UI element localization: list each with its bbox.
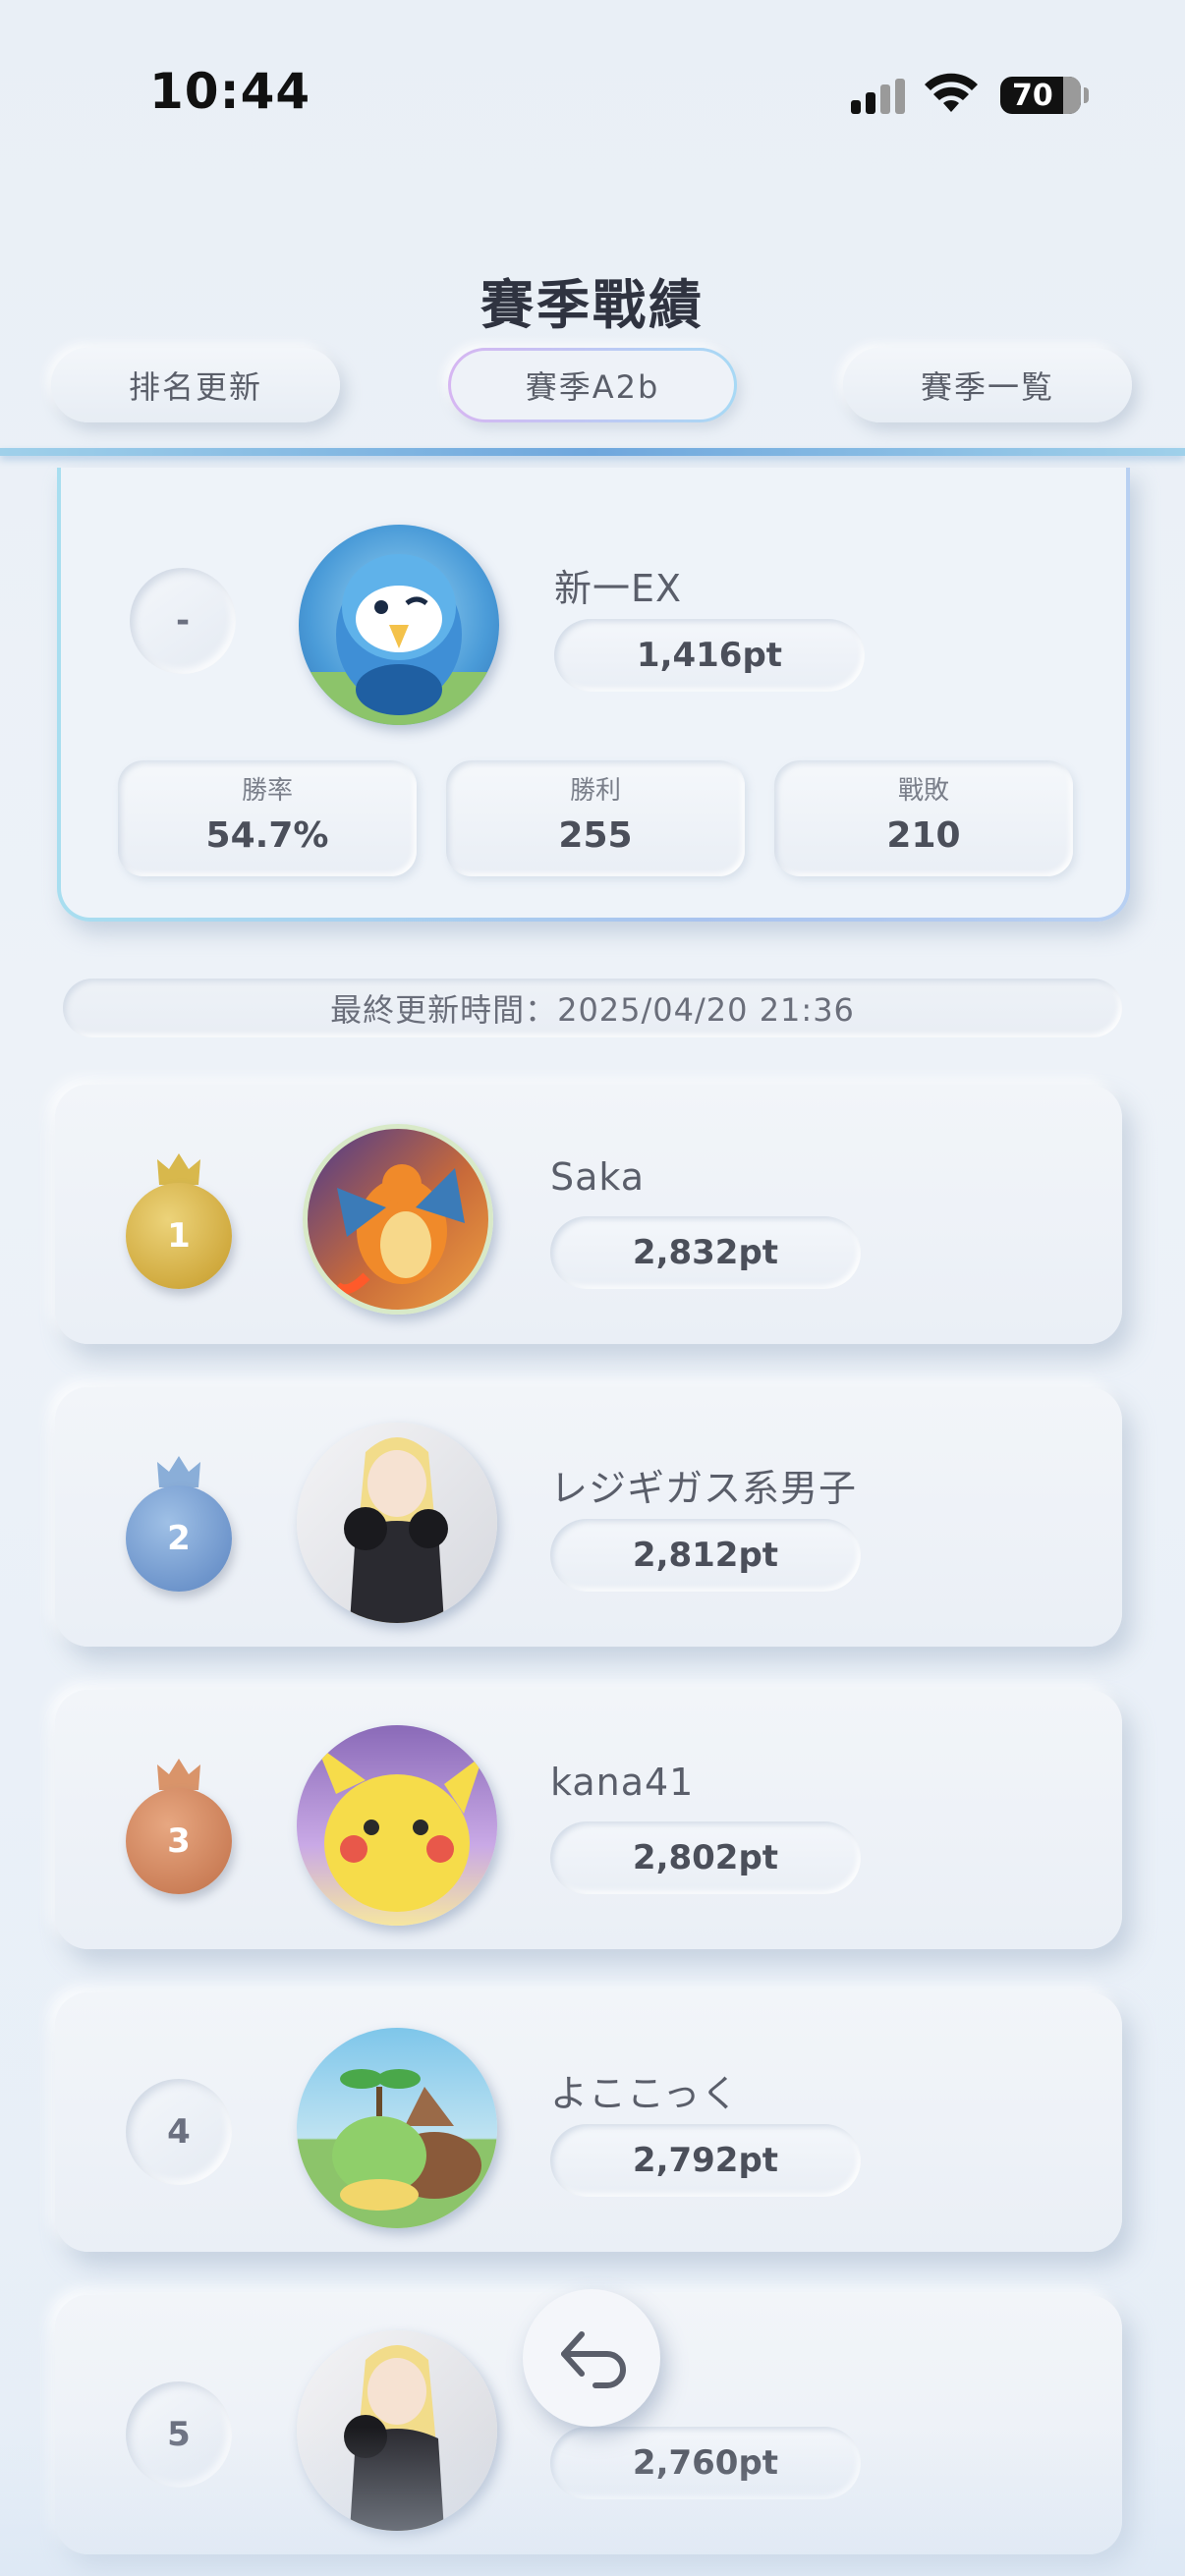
cynthia-avatar-image [344, 1437, 448, 1623]
charizard-avatar-image [333, 1164, 465, 1295]
player-points: 2,812pt [550, 1519, 861, 1592]
silver-medal-icon: 2 [126, 1452, 232, 1599]
my-ranking-card: - 新一EX 1,416pt 勝率 54.7% 勝利 255 戰敗 210 [57, 468, 1130, 922]
stat-losses: 戰敗 210 [774, 760, 1073, 876]
tab-season-current[interactable]: 賽季A2b [448, 348, 737, 422]
my-player-name: 新一EX [554, 567, 683, 610]
ranking-row[interactable]: 2 レジギガス系男子 2,812pt [55, 1387, 1122, 1647]
tab-season-list[interactable]: 賽季一覧 [843, 348, 1132, 422]
player-points: 2,802pt [550, 1821, 861, 1894]
rank-number: 1 [126, 1183, 232, 1289]
bronze-medal-icon: 3 [126, 1755, 232, 1902]
my-avatar[interactable] [299, 525, 499, 725]
tab-rank-update[interactable]: 排名更新 [51, 348, 340, 422]
status-bar: 10:44 70 [0, 0, 1185, 196]
turtwig-avatar-image [332, 2069, 481, 2211]
pikachu-avatar-image [316, 1745, 483, 1912]
player-points: 2,832pt [550, 1216, 861, 1289]
player-name: よここっく [550, 2072, 740, 2115]
return-arrow-icon [561, 2331, 626, 2388]
piplup-avatar-image [299, 554, 499, 725]
player-avatar[interactable] [297, 1423, 497, 1623]
stat-win-rate: 勝率 54.7% [118, 760, 417, 876]
my-points: 1,416pt [554, 619, 865, 692]
gold-medal-icon: 1 [126, 1149, 232, 1297]
cynthia-avatar-image [344, 2345, 444, 2531]
player-avatar[interactable] [297, 2330, 497, 2531]
back-button[interactable] [523, 2289, 660, 2427]
player-avatar[interactable] [303, 1124, 493, 1315]
cellular-signal-icon [851, 79, 906, 114]
rank-number: 2 [126, 1485, 232, 1592]
player-points: 2,760pt [550, 2427, 861, 2499]
header-divider [0, 448, 1185, 456]
battery-percent: 70 [1012, 79, 1053, 113]
rank-number: 5 [126, 2381, 232, 2488]
player-points: 2,792pt [550, 2124, 861, 2197]
wifi-icon [925, 73, 978, 112]
player-avatar[interactable] [297, 2028, 497, 2228]
last-updated: 最終更新時間：2025/04/20 21:36 [63, 979, 1122, 1037]
status-time: 10:44 [149, 63, 311, 120]
page-title: 賽季戰績 [480, 274, 705, 336]
ranking-row[interactable]: 1 Saka 2,832pt [55, 1085, 1122, 1344]
player-avatar[interactable] [297, 1725, 497, 1926]
stat-wins: 勝利 255 [446, 760, 745, 876]
player-name: Saka [550, 1155, 646, 1199]
ranking-row[interactable]: 4 よここっく 2,792pt [55, 1992, 1122, 2252]
player-name: kana41 [550, 1761, 695, 1804]
my-rank-badge: - [130, 568, 236, 674]
battery-icon: 70 [1000, 77, 1081, 114]
rank-number: 3 [126, 1788, 232, 1894]
rank-number: 4 [126, 2079, 232, 2185]
player-name: レジギガス系男子 [550, 1467, 858, 1510]
ranking-row[interactable]: 3 kana41 2,802pt [55, 1690, 1122, 1949]
